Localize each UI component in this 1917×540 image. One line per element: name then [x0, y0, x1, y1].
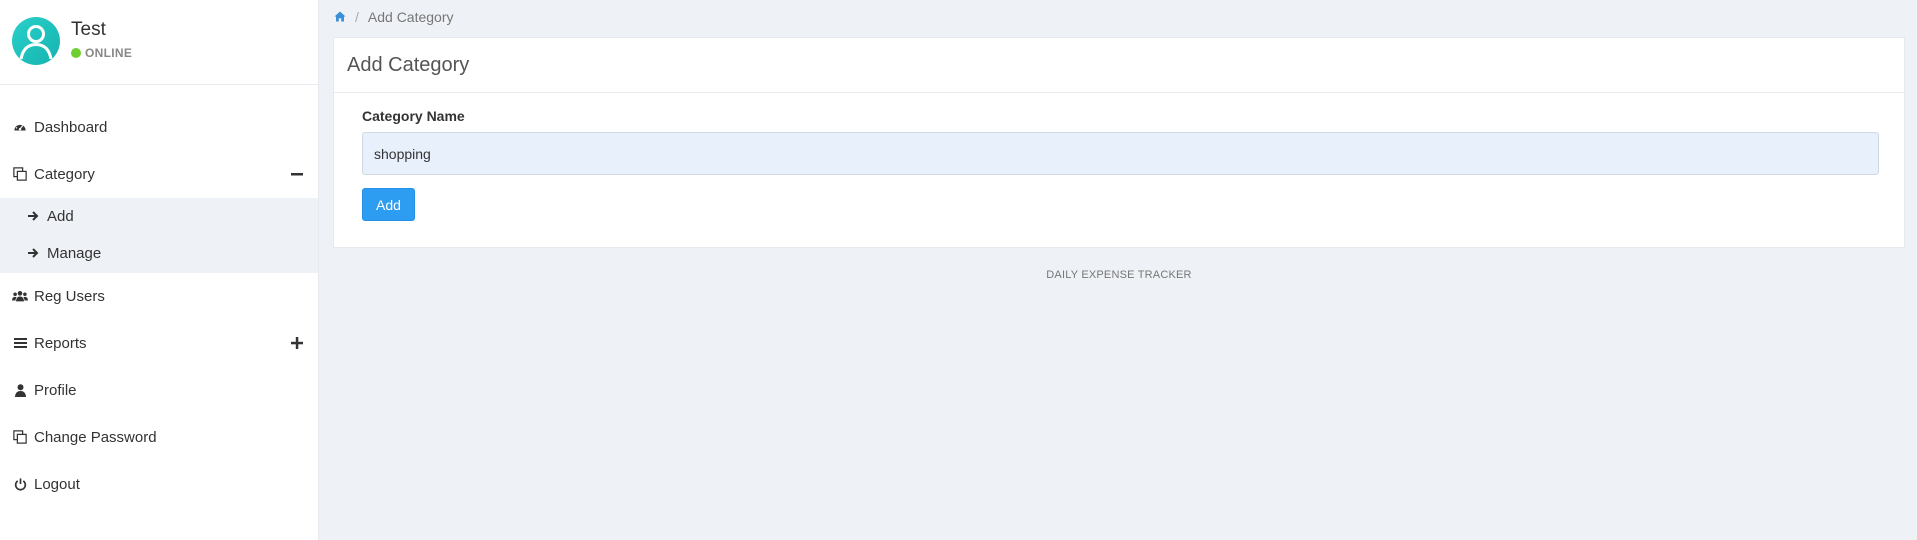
sidebar-item-change-password[interactable]: Change Password: [0, 417, 318, 457]
sidebar-item-label: Logout: [34, 475, 80, 493]
category-name-input[interactable]: [362, 132, 1879, 175]
sidebar-item-label: Reports: [34, 334, 87, 352]
submenu-item-manage[interactable]: Manage: [0, 235, 318, 271]
submenu-item-label: Manage: [47, 244, 102, 262]
category-submenu: Add Manage: [0, 198, 318, 273]
user-panel: Test ONLINE: [0, 0, 318, 85]
sidebar: Test ONLINE Dashboard Category Add Manag…: [0, 0, 319, 540]
arrow-right-icon: [27, 247, 39, 259]
breadcrumb-current: Add Category: [367, 9, 454, 25]
dashboard-icon: [12, 119, 28, 135]
home-icon[interactable]: [334, 9, 346, 25]
sidebar-item-label: Profile: [34, 381, 77, 399]
submenu-item-label: Add: [47, 207, 74, 225]
bars-icon: [12, 335, 28, 351]
copy-icon: [12, 166, 28, 182]
copy-icon: [12, 429, 28, 445]
user-name: Test: [71, 19, 106, 40]
power-icon: [12, 476, 28, 492]
arrow-right-icon: [27, 210, 39, 222]
category-name-label: Category Name: [362, 108, 465, 124]
plus-icon[interactable]: [290, 336, 304, 350]
page-title: Add Category: [347, 53, 470, 76]
add-category-card: Add Category Category Name Add: [333, 37, 1905, 248]
user-icon: [12, 382, 28, 398]
users-icon: [12, 288, 28, 304]
sidebar-item-logout[interactable]: Logout: [0, 464, 318, 504]
sidebar-item-label: Category: [34, 165, 95, 183]
sidebar-item-label: Reg Users: [34, 287, 105, 305]
add-button[interactable]: Add: [362, 188, 415, 221]
sidebar-item-category[interactable]: Category: [0, 154, 318, 194]
user-status: ONLINE: [71, 46, 132, 60]
sidebar-item-reports[interactable]: Reports: [0, 323, 318, 363]
sidebar-item-dashboard[interactable]: Dashboard: [0, 107, 318, 147]
avatar: [12, 17, 60, 65]
status-dot: [71, 48, 81, 58]
footer-text: DAILY EXPENSE TRACKER: [1046, 269, 1192, 281]
breadcrumb: / Add Category: [334, 9, 454, 25]
sidebar-item-profile[interactable]: Profile: [0, 370, 318, 410]
sidebar-item-label: Dashboard: [34, 118, 108, 136]
breadcrumb-separator: /: [355, 9, 359, 25]
sidebar-item-label: Change Password: [34, 428, 157, 446]
minus-icon[interactable]: [290, 167, 304, 181]
user-status-text: ONLINE: [85, 46, 133, 60]
card-header: Add Category: [334, 38, 1904, 93]
sidebar-item-reg-users[interactable]: Reg Users: [0, 276, 318, 316]
submenu-item-add[interactable]: Add: [0, 198, 318, 234]
